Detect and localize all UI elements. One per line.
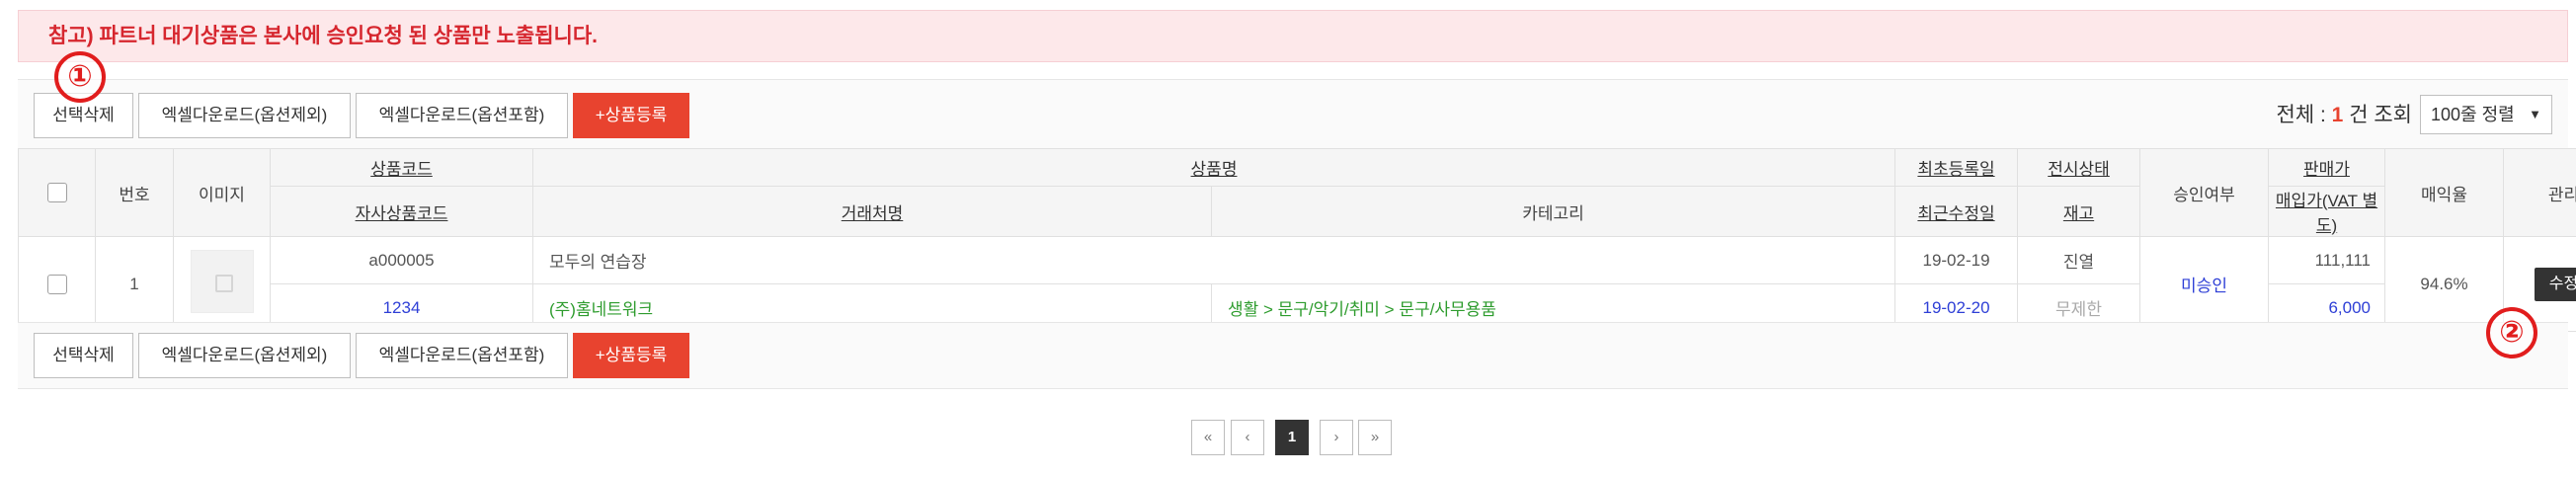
header-manage: 관리 (2503, 148, 2576, 237)
annotation-marker-1: ① (54, 51, 106, 103)
header-image: 이미지 (173, 148, 271, 237)
product-thumbnail[interactable] (190, 250, 254, 313)
header-price[interactable]: 판매가 (2303, 160, 2350, 179)
notice-banner: 참고) 파트너 대기상품은 본사에 승인요청 된 상품만 노출됩니다. (18, 10, 2568, 62)
total-count: 전체 : 1 건 조회 (2277, 93, 2412, 138)
header-vendor-cell: 거래처명 (532, 186, 1212, 237)
add-product-button[interactable]: +상품등록 (573, 93, 689, 138)
bottom-toolbar: 선택삭제 엑셀다운로드(옵션제외) 엑셀다운로드(옵션포함) +상품등록 (18, 322, 2568, 389)
header-last-mod[interactable]: 최근수정일 (1917, 204, 1994, 223)
prev-page-button[interactable]: ‹ (1231, 420, 1264, 455)
header-price-cell: 판매가 (2268, 148, 2386, 187)
last-page-button[interactable]: » (1358, 420, 1392, 455)
table-row: 1 a000005 모두의 연습장 19-02-19 진열 미승인 111,11… (18, 236, 2576, 332)
row-checkbox[interactable] (46, 274, 67, 294)
header-first-reg-cell: 최초등록일 (1894, 148, 2019, 187)
header-stock-cell: 재고 (2017, 186, 2141, 237)
row-price: 111,111 (2268, 236, 2386, 284)
top-toolbar: 선택삭제 엑셀다운로드(옵션제외) 엑셀다운로드(옵션포함) +상품등록 전체 … (18, 79, 2568, 158)
delete-selected-button-bottom[interactable]: 선택삭제 (34, 333, 133, 378)
header-cost[interactable]: 매입가(VAT 별도) (2276, 192, 2377, 235)
excel-download-no-option-button-bottom[interactable]: 엑셀다운로드(옵션제외) (138, 333, 351, 378)
total-prefix: 전체 : (2276, 104, 2332, 126)
dropdown-arrow-icon: ▼ (2529, 107, 2541, 121)
header-display-status[interactable]: 전시상태 (2048, 160, 2110, 179)
row-select-cell (18, 236, 96, 332)
total-suffix: 건 조회 (2343, 104, 2412, 126)
row-display-status: 진열 (2017, 236, 2141, 284)
row-product-code: a000005 (270, 236, 533, 284)
first-page-button[interactable]: « (1191, 420, 1225, 455)
product-table: 번호 이미지 상품코드 상품명 최초등록일 전시상태 승인여부 판매가 매익율 … (18, 148, 2576, 332)
total-number: 1 (2331, 104, 2344, 126)
next-page-button[interactable]: › (1320, 420, 1353, 455)
excel-download-with-option-button-bottom[interactable]: 엑셀다운로드(옵션포함) (356, 333, 568, 378)
excel-download-with-option-button[interactable]: 엑셀다운로드(옵션포함) (356, 93, 568, 138)
row-product-name[interactable]: 모두의 연습장 (531, 236, 1896, 284)
header-own-code-cell: 자사상품코드 (270, 186, 533, 237)
edit-button[interactable]: 수정 (2534, 267, 2576, 301)
header-own-code[interactable]: 자사상품코드 (356, 204, 448, 223)
header-cost-cell: 매입가(VAT 별도) (2268, 186, 2386, 237)
page-1-button[interactable]: 1 (1275, 420, 1309, 455)
header-stock[interactable]: 재고 (2063, 204, 2094, 223)
header-category: 카테고리 (1210, 186, 1896, 237)
header-product-code[interactable]: 상품코드 (370, 160, 433, 179)
row-no: 1 (95, 236, 174, 332)
select-all-cell (18, 148, 96, 237)
row-first-reg: 19-02-19 (1894, 236, 2019, 284)
header-no: 번호 (95, 148, 174, 237)
header-last-mod-cell: 최근수정일 (1894, 186, 2019, 237)
header-product-code-cell: 상품코드 (270, 148, 533, 187)
table-header-row: 번호 이미지 상품코드 상품명 최초등록일 전시상태 승인여부 판매가 매익율 … (18, 148, 2576, 237)
header-product-name[interactable]: 상품명 (1191, 160, 1238, 179)
sort-value: 100줄 정렬 (2431, 105, 2515, 124)
header-margin: 매익율 (2384, 148, 2505, 237)
header-first-reg[interactable]: 최초등록일 (1917, 160, 1994, 179)
sort-select[interactable]: 100줄 정렬 ▼ (2420, 95, 2552, 134)
header-display-status-cell: 전시상태 (2017, 148, 2141, 187)
row-image-cell (173, 236, 271, 332)
excel-download-no-option-button[interactable]: 엑셀다운로드(옵션제외) (138, 93, 351, 138)
add-product-button-bottom[interactable]: +상품등록 (573, 333, 689, 378)
header-approval: 승인여부 (2139, 148, 2270, 237)
header-vendor[interactable]: 거래처명 (842, 204, 904, 223)
select-all-checkbox[interactable] (46, 183, 67, 203)
header-product-name-cell: 상품명 (531, 148, 1896, 187)
annotation-marker-2: ② (2486, 307, 2537, 358)
row-approval-status: 미승인 (2139, 236, 2270, 332)
row-margin: 94.6% (2384, 236, 2505, 332)
